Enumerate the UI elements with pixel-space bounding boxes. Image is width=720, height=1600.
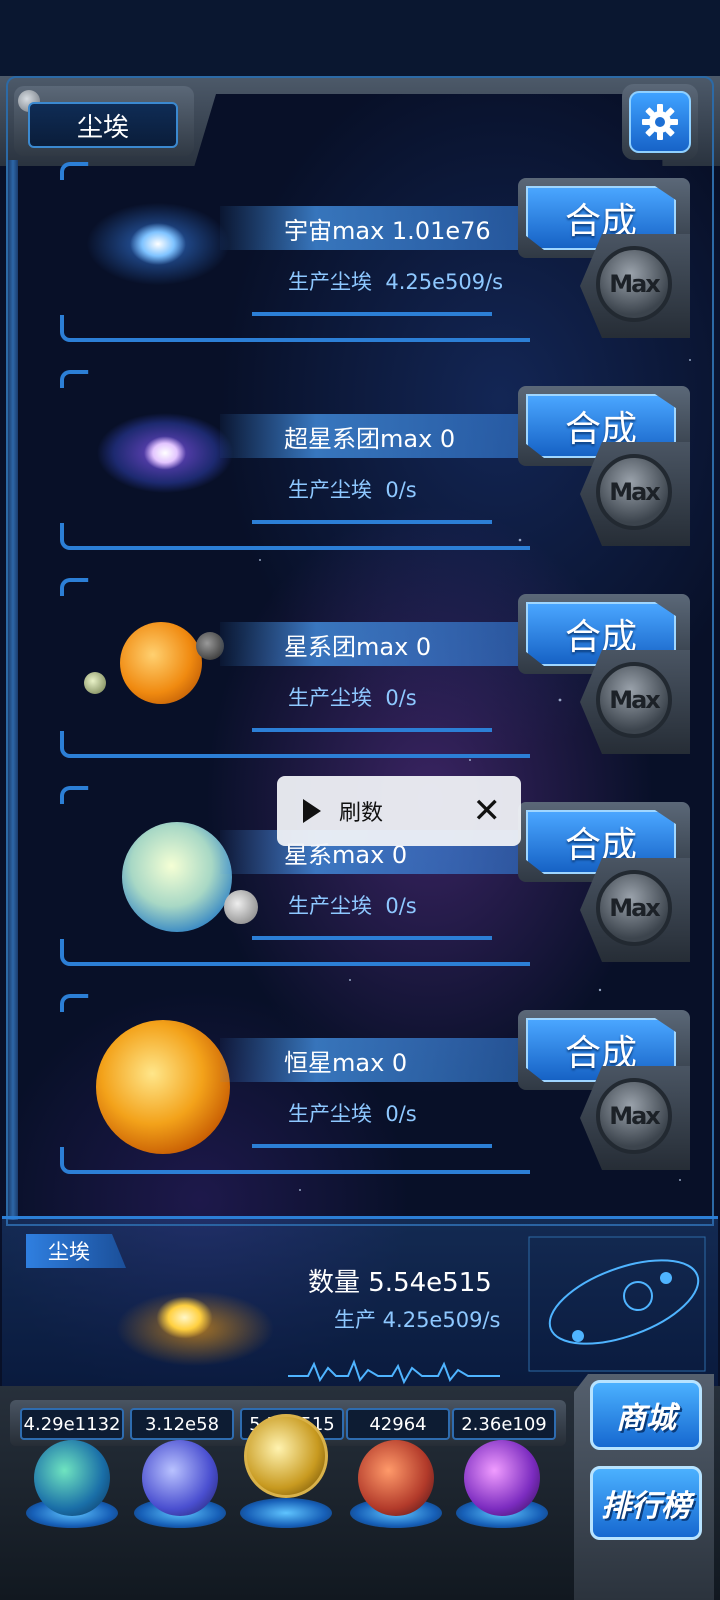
neuron-orb-icon[interactable] (358, 1440, 434, 1516)
planet-small-icon (84, 672, 106, 694)
resource-cell: 3.12e58 (130, 1408, 234, 1440)
close-icon[interactable]: ✕ (473, 794, 502, 828)
shop-button[interactable]: 商城 (590, 1380, 702, 1450)
item-production: 生产尘埃 4.25e509/s (288, 270, 504, 294)
page-title: 尘埃 (28, 102, 178, 148)
resource-cell: 42964 (346, 1408, 450, 1440)
item-name: 恒星max 0 (220, 1038, 540, 1082)
divider (252, 936, 492, 940)
resource-production: 生产 4.25e509/s (334, 1308, 501, 1332)
galaxy-icon (122, 822, 232, 932)
max-button[interactable]: Max (596, 870, 672, 946)
divider (252, 520, 492, 524)
max-button[interactable]: Max (596, 246, 672, 322)
list-item: 宇宙max 1.01e76 生产尘埃 4.25e509/s 合成 Max (60, 162, 700, 342)
video-ad-popup[interactable]: 刷数 ✕ (277, 776, 521, 846)
left-rail (8, 160, 18, 1220)
max-button[interactable]: Max (596, 454, 672, 530)
star-icon (96, 1020, 230, 1154)
divider (252, 728, 492, 732)
leaderboard-button[interactable]: 排行榜 (590, 1466, 702, 1540)
lightning-orb-icon[interactable] (142, 1440, 218, 1516)
item-production: 生产尘埃 0/s (288, 686, 417, 710)
item-name: 超星系团max 0 (220, 414, 540, 458)
item-production: 生产尘埃 0/s (288, 478, 417, 502)
waveform-graphic (288, 1359, 500, 1385)
divider (252, 312, 492, 316)
resource-count: 数量 5.54e515 (308, 1268, 492, 1298)
divider (252, 1144, 492, 1148)
gear-icon (642, 104, 678, 140)
orb-pedestal (240, 1498, 332, 1528)
item-name: 宇宙max 1.01e76 (220, 206, 540, 250)
item-production: 生产尘埃 0/s (288, 1102, 417, 1126)
vortex-orb-icon[interactable] (464, 1440, 540, 1516)
ad-label[interactable]: 刷数 (339, 795, 383, 827)
resource-cell: 2.36e109 (452, 1408, 556, 1440)
moon-icon (224, 890, 258, 924)
status-area (0, 0, 720, 78)
settings-button[interactable] (622, 84, 698, 160)
resource-tag: 尘埃 (26, 1234, 126, 1268)
atom-orb-icon[interactable] (34, 1440, 110, 1516)
galaxy-cluster-icon (120, 622, 202, 704)
max-button[interactable]: Max (596, 662, 672, 738)
list-item: 超星系团max 0 生产尘埃 0/s 合成 Max (60, 370, 700, 550)
list-item: 恒星max 0 生产尘埃 0/s 合成 Max (60, 994, 700, 1174)
play-icon[interactable] (303, 799, 321, 823)
dust-orb-icon[interactable] (244, 1414, 328, 1498)
item-production: 生产尘埃 0/s (288, 894, 417, 918)
orbit-diagram-graphic (528, 1236, 706, 1372)
item-name: 星系团max 0 (220, 622, 540, 666)
list-item: 星系团max 0 生产尘埃 0/s 合成 Max (60, 578, 700, 758)
max-button[interactable]: Max (596, 1078, 672, 1154)
dust-explosion-icon (90, 1268, 300, 1378)
resource-cell: 4.29e1132 (20, 1408, 124, 1440)
